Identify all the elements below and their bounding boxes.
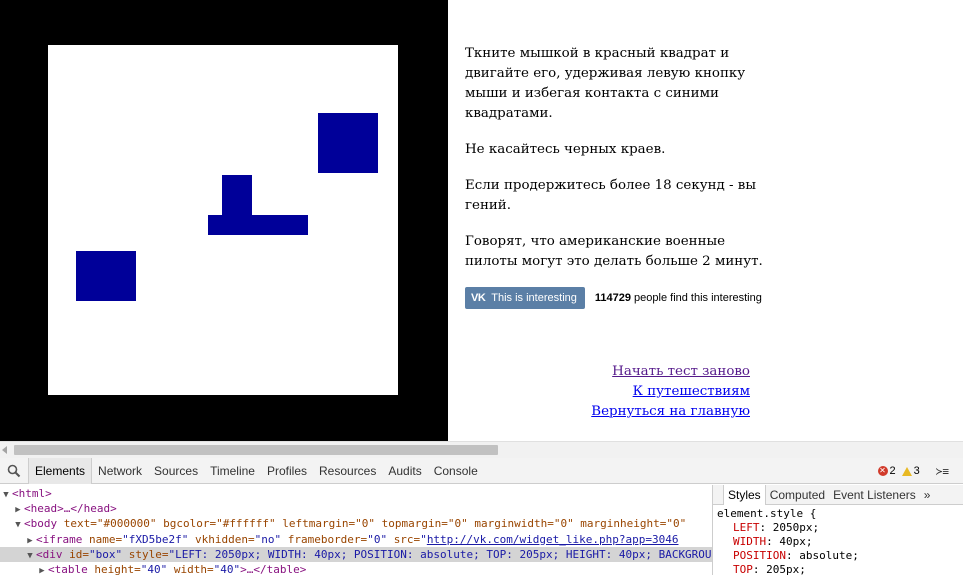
blue-square-left [76, 251, 136, 301]
console-drawer-icon[interactable]: ≻≡ [936, 465, 949, 478]
error-count: 2 [889, 465, 896, 477]
vk-like-widget: VK This is interesting 114729 people fin… [465, 287, 762, 309]
styles-sidebar: Styles Computed Event Listeners » elemen… [712, 485, 963, 575]
game-frame[interactable] [0, 0, 448, 441]
dom-line-table[interactable]: ▶ <table height="40" width="40">…</table> [0, 562, 712, 575]
style-prop-left[interactable]: LEFT: 2050px; [717, 521, 963, 535]
tab-resources[interactable]: Resources [313, 458, 382, 484]
blue-square-top-right [318, 113, 378, 173]
tab-network[interactable]: Network [92, 458, 148, 484]
vk-count-number: 114729 [594, 292, 631, 304]
tab-sources[interactable]: Sources [148, 458, 204, 484]
style-prop-top[interactable]: TOP: 205px; [717, 563, 963, 575]
tab-timeline[interactable]: Timeline [204, 458, 261, 484]
sidebar-tabs: Styles Computed Event Listeners » [713, 485, 963, 505]
devtools-toolbar: Elements Network Sources Timeline Profil… [0, 457, 963, 484]
error-icon: ✕ [877, 466, 888, 476]
style-selector: element.style { [717, 507, 817, 520]
dom-line-iframe[interactable]: ▶ <iframe name="fXD5be2f" vkhidden="no" f… [0, 532, 712, 547]
vk-button-label: This is interesting [491, 292, 577, 304]
instructions: Ткните мышкой в красный квадрат и двигай… [465, 44, 765, 288]
tab-audits[interactable]: Audits [382, 458, 427, 484]
instruction-1: Ткните мышкой в красный квадрат и двигай… [465, 46, 746, 121]
tab-computed[interactable]: Computed [766, 485, 829, 505]
vk-count-suffix: people find this interesting [634, 292, 762, 304]
vk-like-button[interactable]: VK This is interesting [465, 287, 585, 309]
dom-tree[interactable]: ▼ <html> ▶ <head>…</head> ▼ <body text="#00… [0, 485, 712, 575]
style-prop-width[interactable]: WIDTH: 40px; [717, 535, 963, 549]
travel-link[interactable]: К путешествиям [591, 382, 750, 402]
more-tabs-icon[interactable]: » [920, 485, 935, 505]
dom-line-html[interactable]: ▼ <html> [0, 486, 712, 501]
style-prop-position[interactable]: POSITION: absolute; [717, 549, 963, 563]
devtools-status[interactable]: ✕ 2 3 ≻≡ [877, 458, 949, 484]
tab-console[interactable]: Console [428, 458, 484, 484]
vk-like-count: 114729 people find this interesting [595, 292, 762, 304]
tab-styles[interactable]: Styles [723, 485, 766, 505]
warning-icon [901, 466, 912, 476]
collapsed-triangle-icon[interactable]: ▶ [36, 564, 48, 575]
restart-test-link[interactable]: Начать тест заново [591, 362, 750, 382]
instruction-4: Говорят, что американские военные пилоты… [465, 234, 763, 269]
horizontal-scrollbar[interactable] [0, 441, 963, 458]
devtools-panel: Elements Network Sources Timeline Profil… [0, 457, 963, 575]
scrollbar-thumb[interactable] [14, 445, 498, 455]
dom-line-box-selected[interactable]: ▼ <div id="box" style="LEFT: 2050px; WIDT… [0, 546, 712, 562]
dom-line-head[interactable]: ▶ <head>…</head> [0, 501, 712, 516]
warning-count: 3 [913, 465, 920, 477]
tab-profiles[interactable]: Profiles [261, 458, 313, 484]
instruction-3: Если продержитесь более 18 секунд - вы г… [465, 178, 756, 213]
iframe-src-link[interactable]: http://vk.com/widget_like.php?app=3046 [427, 533, 679, 546]
inspect-search-icon[interactable] [0, 458, 28, 484]
vk-logo-icon: VK [471, 292, 486, 304]
scroll-left-arrow-icon[interactable] [2, 446, 7, 454]
body-attributes: text="#000000" bgcolor="#ffffff" leftmar… [63, 517, 687, 531]
nav-links: Начать тест заново К путешествиям Вернут… [591, 362, 750, 422]
game-field [48, 45, 398, 395]
tab-event-listeners[interactable]: Event Listeners [829, 485, 920, 505]
home-link[interactable]: Вернуться на главную [591, 402, 750, 422]
dom-line-body[interactable]: ▼ <body text="#000000" bgcolor="#ffffff" … [0, 516, 712, 531]
blue-rect-horizontal [208, 215, 308, 235]
instruction-2: Не касайтесь черных краев. [465, 142, 666, 157]
styles-pane[interactable]: element.style { LEFT: 2050px; WIDTH: 40p… [713, 505, 963, 575]
tab-elements[interactable]: Elements [28, 457, 93, 484]
